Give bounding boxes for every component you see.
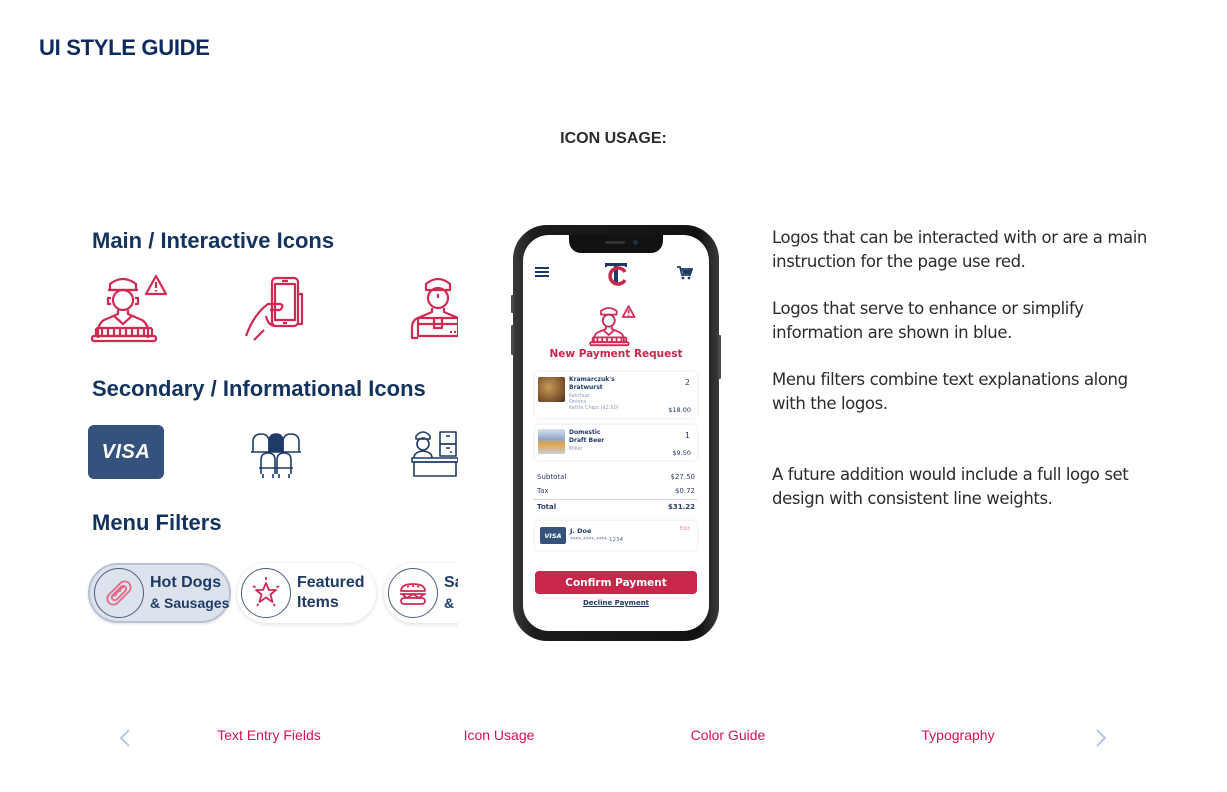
item-option: Kettle Chips ($2.50) bbox=[569, 405, 619, 411]
page-title: UI STYLE GUIDE bbox=[39, 35, 210, 60]
visa-card-icon: VISA bbox=[540, 527, 566, 544]
stadium-seats-icon bbox=[249, 430, 303, 478]
description-paragraph: A future addition would include a full l… bbox=[772, 465, 1129, 508]
summary-divider bbox=[533, 499, 697, 500]
phone-side-button bbox=[511, 325, 514, 355]
tax-value: $0.72 bbox=[674, 487, 695, 495]
phone-mockup: New Payment Request Kramarczuk's Bratwur… bbox=[511, 225, 721, 641]
card-holder-name: J. Doe bbox=[570, 527, 592, 535]
item-option: Miller bbox=[569, 446, 583, 452]
description-paragraph: Logos that serve to enhance or simplify … bbox=[772, 299, 1084, 342]
order-item: Kramarczuk's Bratwurst Ketchup Onions Ke… bbox=[535, 372, 697, 418]
nav-link-color-guide[interactable]: Color Guide bbox=[682, 727, 774, 743]
app-bar bbox=[523, 257, 709, 287]
order-item: Domestic Draft Beer Miller 1 $9.50 bbox=[535, 425, 697, 460]
chevron-right-icon[interactable] bbox=[1094, 728, 1110, 748]
filter-label-line2: Items bbox=[297, 594, 339, 611]
description-paragraph: Logos that can be interacted with or are… bbox=[772, 228, 1147, 271]
item-price: $9.50 bbox=[672, 449, 691, 457]
total-row: Total $31.22 bbox=[537, 503, 695, 511]
secondary-icons-heading: Secondary / Informational Icons bbox=[92, 376, 426, 401]
visa-card-icon: VISA bbox=[88, 425, 164, 479]
nav-link-typography[interactable]: Typography bbox=[913, 727, 1003, 743]
filter-label-line1: Hot Dogs bbox=[150, 574, 222, 591]
hamburger-menu-icon[interactable] bbox=[535, 267, 549, 277]
edit-payment-link[interactable]: Edit bbox=[679, 526, 690, 532]
tax-row: Tax $0.72 bbox=[537, 487, 695, 495]
filter-hot-dogs[interactable]: Hot Dogs & Sausages bbox=[88, 563, 231, 623]
subtotal-row: Subtotal $27.50 bbox=[537, 473, 695, 481]
vendor-alert-icon bbox=[589, 305, 637, 351]
item-name-line1: Domestic bbox=[569, 429, 601, 436]
concession-stand-icon bbox=[410, 428, 458, 478]
vendor-alert-icon bbox=[90, 274, 170, 344]
menu-filters-heading: Menu Filters bbox=[92, 510, 222, 535]
icon-showcase-panel: Main / Interactive Icons Secondary / Inf… bbox=[86, 222, 458, 642]
hot-dog-icon bbox=[94, 568, 144, 618]
nav-link-text-entry-fields[interactable]: Text Entry Fields bbox=[210, 727, 328, 743]
filter-label-line1: Sa bbox=[444, 574, 458, 591]
payment-method-card[interactable]: VISA J. Doe ****-****-****-1234 Edit bbox=[535, 521, 697, 550]
main-icons-heading: Main / Interactive Icons bbox=[92, 228, 335, 253]
bratwurst-thumbnail bbox=[538, 377, 565, 402]
beer-thumbnail bbox=[538, 429, 565, 454]
filter-label-line1: Featured bbox=[297, 574, 365, 591]
filter-label-line2: & I bbox=[444, 595, 458, 611]
payment-request-title: New Payment Request bbox=[549, 348, 683, 360]
star-icon bbox=[241, 568, 291, 618]
section-title: ICON USAGE: bbox=[560, 130, 667, 147]
delivery-person-icon bbox=[408, 274, 458, 344]
item-name-line2: Draft Beer bbox=[569, 437, 605, 444]
decline-payment-link[interactable]: Decline Payment bbox=[523, 599, 709, 607]
subtotal-value: $27.50 bbox=[670, 473, 696, 481]
total-value: $31.22 bbox=[667, 503, 695, 511]
item-name-line1: Kramarczuk's bbox=[569, 376, 615, 383]
filter-featured-items[interactable]: Featured Items bbox=[237, 563, 376, 623]
phone-side-button bbox=[718, 335, 721, 379]
item-price: $18.00 bbox=[668, 406, 691, 414]
total-label: Total bbox=[537, 503, 557, 511]
item-quantity: 1 bbox=[684, 431, 690, 440]
item-quantity: 2 bbox=[684, 378, 690, 387]
phone-side-button bbox=[511, 295, 514, 313]
confirm-payment-button[interactable]: Confirm Payment bbox=[535, 571, 697, 594]
card-number: ****-****-****-1234 bbox=[570, 537, 623, 543]
hand-phone-icon bbox=[244, 276, 306, 342]
cart-icon[interactable] bbox=[677, 265, 694, 284]
sandwich-icon bbox=[388, 568, 438, 618]
tax-label: Tax bbox=[537, 487, 549, 495]
nav-link-icon-usage[interactable]: Icon Usage bbox=[452, 727, 546, 743]
twins-tc-logo bbox=[603, 259, 629, 287]
phone-notch bbox=[569, 235, 663, 253]
filter-sandwiches[interactable]: Sa & I bbox=[384, 563, 458, 623]
phone-screen: New Payment Request Kramarczuk's Bratwur… bbox=[523, 235, 709, 631]
filter-label-line2: & Sausages bbox=[150, 595, 230, 611]
description-paragraph: Menu filters combine text explanations a… bbox=[772, 370, 1128, 413]
item-name-line2: Bratwurst bbox=[569, 384, 603, 391]
chevron-left-icon[interactable] bbox=[118, 728, 134, 748]
subtotal-label: Subtotal bbox=[537, 473, 567, 481]
